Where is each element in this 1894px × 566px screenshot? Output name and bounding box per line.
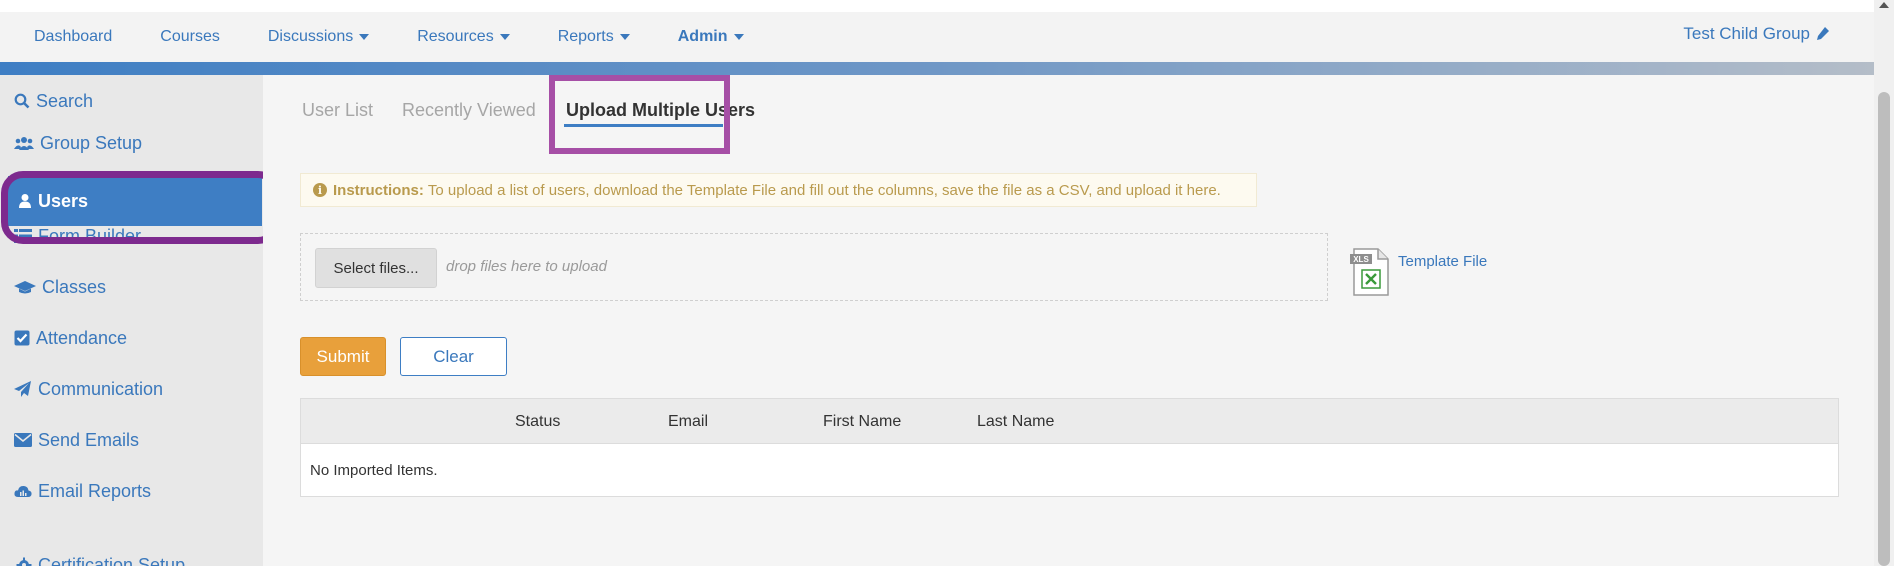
- sidebar: Search Group Setup Users Form Builder Cl…: [0, 75, 263, 566]
- cloud-chart-icon: [14, 485, 32, 497]
- column-header-email[interactable]: Email: [668, 413, 708, 431]
- nav-resources-label: Resources: [417, 28, 494, 45]
- info-icon: i: [313, 183, 327, 197]
- scrollbar-thumb[interactable]: [1878, 92, 1890, 566]
- vertical-scrollbar[interactable]: [1874, 0, 1894, 566]
- nav-reports-label: Reports: [557, 28, 614, 45]
- chevron-down-icon: [359, 33, 370, 40]
- instructions-title: Instructions:: [333, 181, 424, 199]
- table-header: Status Email First Name Last Name: [301, 399, 1838, 444]
- pencil-icon: [1817, 27, 1829, 40]
- sidebar-item-label: Certification Setup: [38, 554, 186, 566]
- sidebar-item-certification-setup[interactable]: Certification Setup: [16, 545, 185, 566]
- instructions-alert: i Instructions: To upload a list of user…: [300, 173, 1257, 207]
- tab-upload-multiple-users[interactable]: Upload Multiple Users: [566, 100, 755, 121]
- select-files-button[interactable]: Select files...: [315, 248, 437, 288]
- group-name: Test Child Group: [1683, 24, 1810, 43]
- tab-user-list[interactable]: User List: [302, 100, 373, 121]
- list-icon: [14, 229, 32, 243]
- sidebar-item-email-reports[interactable]: Email Reports: [14, 471, 151, 511]
- chevron-down-icon: [733, 33, 744, 40]
- tab-recently-viewed[interactable]: Recently Viewed: [402, 100, 536, 121]
- nav-dashboard[interactable]: Dashboard: [34, 28, 112, 46]
- column-header-last-name[interactable]: Last Name: [977, 413, 1054, 431]
- sidebar-item-label: Classes: [42, 276, 107, 297]
- nav-courses[interactable]: Courses: [160, 28, 220, 46]
- xls-file-icon[interactable]: XLS: [1348, 246, 1392, 298]
- nav-resources[interactable]: Resources: [417, 28, 510, 46]
- dropzone-hint: drop files here to upload: [446, 258, 607, 275]
- nav-discussions-label: Discussions: [267, 28, 354, 45]
- scroll-up-arrow-icon[interactable]: [1879, 2, 1889, 8]
- nav-admin[interactable]: Admin: [678, 28, 744, 46]
- xls-label: XLS: [1353, 255, 1369, 264]
- sidebar-item-label: Users: [38, 190, 89, 211]
- nav-discussions[interactable]: Discussions: [267, 28, 370, 46]
- sidebar-item-label: Email Reports: [38, 480, 152, 501]
- active-tab-underline: [564, 124, 723, 127]
- sidebar-item-group-setup[interactable]: Group Setup: [14, 123, 142, 163]
- main-content: User List Recently Viewed Upload Multipl…: [263, 75, 1874, 566]
- nav-reports[interactable]: Reports: [558, 28, 630, 46]
- sidebar-item-attendance[interactable]: Attendance: [14, 318, 127, 358]
- paper-plane-icon: [14, 381, 31, 397]
- envelope-icon: [14, 433, 32, 447]
- sidebar-item-label: Form Builder: [38, 225, 142, 246]
- users-group-icon: [14, 137, 34, 150]
- sidebar-item-form-builder[interactable]: Form Builder: [14, 216, 141, 256]
- sidebar-item-label: Search: [36, 90, 94, 111]
- chevron-down-icon: [499, 33, 510, 40]
- clear-button[interactable]: Clear: [400, 337, 507, 376]
- table-empty-message: No Imported Items.: [310, 462, 438, 479]
- main-nav: Dashboard Courses Discussions Resources …: [0, 12, 744, 62]
- gear-icon: [16, 557, 32, 566]
- column-header-status[interactable]: Status: [515, 413, 560, 431]
- sidebar-item-search[interactable]: Search: [14, 81, 93, 121]
- graduation-cap-icon: [14, 281, 36, 294]
- sidebar-item-send-emails[interactable]: Send Emails: [14, 420, 139, 460]
- imported-users-table: Status Email First Name Last Name No Imp…: [300, 398, 1839, 497]
- template-file-link[interactable]: Template File: [1398, 253, 1487, 270]
- header-stripe: [0, 62, 1874, 75]
- submit-button[interactable]: Submit: [300, 337, 386, 376]
- sidebar-item-label: Communication: [38, 378, 164, 399]
- user-icon: [19, 194, 31, 208]
- column-header-first-name[interactable]: First Name: [823, 413, 901, 431]
- instructions-text: To upload a list of users, download the …: [427, 181, 1221, 199]
- sidebar-item-communication[interactable]: Communication: [14, 369, 163, 409]
- file-dropzone[interactable]: Select files... drop files here to uploa…: [300, 233, 1328, 301]
- nav-admin-label: Admin: [677, 28, 728, 45]
- group-name-link[interactable]: Test Child Group: [1683, 24, 1830, 44]
- chevron-down-icon: [619, 33, 630, 40]
- sidebar-item-label: Attendance: [36, 327, 128, 348]
- sidebar-item-classes[interactable]: Classes: [14, 267, 106, 307]
- search-icon: [14, 93, 30, 109]
- top-navbar: Dashboard Courses Discussions Resources …: [0, 12, 1874, 62]
- sidebar-item-label: Group Setup: [40, 132, 143, 153]
- sidebar-item-label: Send Emails: [38, 429, 140, 450]
- check-square-icon: [14, 330, 30, 346]
